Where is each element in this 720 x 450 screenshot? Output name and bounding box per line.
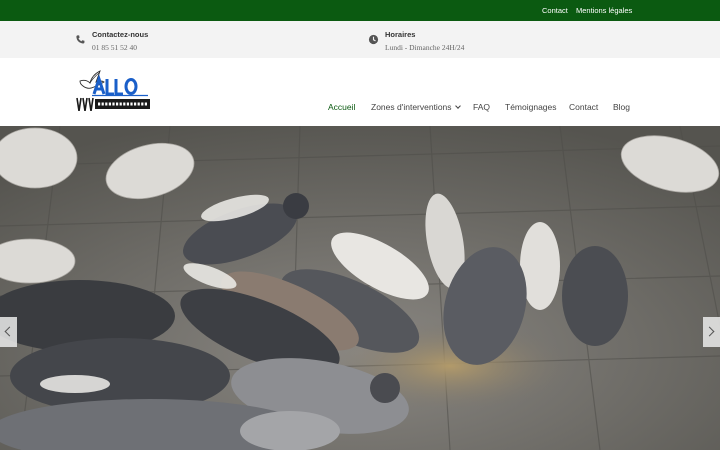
chevron-right-icon (704, 326, 715, 337)
contact-title: Contactez-nous (92, 30, 149, 39)
site-logo[interactable] (76, 65, 152, 111)
hours-title: Horaires (385, 30, 416, 39)
clock-icon (368, 34, 379, 45)
nav-temoignages[interactable]: Témoignages (505, 102, 557, 112)
chevron-down-icon (454, 103, 461, 109)
info-bar: Contactez-nous 01 85 51 52 40 Horaires L… (0, 21, 720, 58)
nav-accueil[interactable]: Accueil (328, 102, 355, 112)
pigeons-image (0, 126, 720, 450)
chevron-left-icon (4, 326, 15, 337)
site-header: Accueil Zones d'interventions FAQ Témoig… (0, 58, 720, 126)
top-bar: Contact Mentions légales (0, 0, 720, 21)
hero-slider-image (0, 126, 720, 450)
nav-zones-label: Zones d'interventions (371, 102, 452, 112)
top-mentions-link[interactable]: Mentions légales (576, 6, 632, 15)
nav-faq[interactable]: FAQ (473, 102, 490, 112)
nav-blog[interactable]: Blog (613, 102, 630, 112)
nav-zones-interventions[interactable]: Zones d'interventions (371, 102, 461, 112)
phone-icon (76, 35, 85, 44)
top-contact-link[interactable]: Contact (542, 6, 568, 15)
phone-number[interactable]: 01 85 51 52 40 (92, 43, 137, 52)
slider-prev-button[interactable] (0, 317, 17, 347)
nav-contact[interactable]: Contact (569, 102, 598, 112)
hours-value: Lundi - Dimanche 24H/24 (385, 43, 465, 52)
slider-next-button[interactable] (703, 317, 720, 347)
